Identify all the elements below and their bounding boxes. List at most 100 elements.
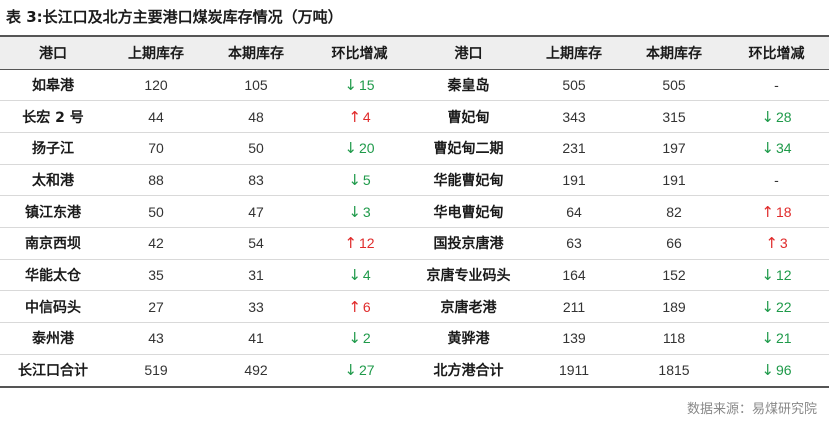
table-row: 南京西坝 42 54 ↑ 12 国投京唐港 63 66 ↑ 3 [0, 227, 829, 260]
change-value: ↑ 3 [765, 234, 787, 252]
change-cell: ↓ 15 [306, 69, 413, 102]
change-cell: ↓ 2 [306, 322, 413, 355]
change-value: ↓ 20 [344, 139, 374, 157]
change-amount: 96 [776, 362, 792, 379]
change-value: ↓ 27 [344, 361, 374, 379]
arrow-down-icon: ↓ [348, 329, 361, 348]
prev-inventory-cell: 43 [106, 322, 206, 355]
table-row: 太和港 88 83 ↓ 5 华能曹妃甸 191 191- [0, 164, 829, 197]
table-caption: 表 3:长江口及北方主要港口煤炭库存情况（万吨） [6, 6, 343, 28]
change-value: ↓ 5 [348, 171, 370, 189]
curr-inventory-cell: 1815 [624, 353, 724, 389]
change-value: - [774, 77, 779, 93]
change-value: ↓ 96 [761, 361, 791, 379]
change-amount: 4 [362, 266, 371, 283]
change-amount: 12 [359, 235, 375, 252]
port-cell: 华能曹妃甸 [413, 164, 524, 197]
change-cell: ↓ 28 [724, 100, 829, 133]
prev-inventory-cell: 35 [106, 259, 206, 292]
curr-inventory-cell: 54 [206, 227, 306, 260]
change-value: ↑ 4 [348, 108, 370, 126]
change-cell: ↓ 34 [724, 132, 829, 165]
change-cell: - [724, 69, 829, 102]
curr-inventory-cell: 47 [206, 195, 306, 228]
port-cell: 曹妃甸 [413, 100, 524, 133]
change-amount: 5 [362, 171, 371, 188]
table-row: 华能太仓 35 31 ↓ 4 京唐专业码头 164 152 ↓ 12 [0, 259, 829, 292]
change-amount: 20 [359, 140, 375, 157]
curr-inventory-cell: 66 [624, 227, 724, 260]
arrow-down-icon: ↓ [348, 170, 361, 189]
port-cell: 秦皇岛 [413, 69, 524, 102]
prev-inventory-cell: 27 [106, 290, 206, 323]
curr-inventory-cell: 41 [206, 322, 306, 355]
change-value: ↑ 12 [344, 234, 374, 252]
prev-inventory-cell: 64 [524, 195, 624, 228]
change-amount: 4 [362, 108, 371, 125]
change-amount: 2 [362, 330, 371, 347]
header-row: 港口 上期库存 本期库存 环比增减 港口 上期库存 本期库存 环比增减 [0, 35, 829, 70]
header-curr-left: 本期库存 [206, 35, 306, 70]
port-cell: 长宏 2 号 [0, 100, 106, 133]
prev-inventory-cell: 44 [106, 100, 206, 133]
change-value: ↓ 3 [348, 203, 370, 221]
header-change-left: 环比增减 [306, 35, 413, 70]
caption-title: 长江口及北方主要港口煤炭库存情况（万吨） [42, 8, 343, 26]
table-row: 扬子江 70 50 ↓ 20 曹妃甸二期 231 197 ↓ 34 [0, 132, 829, 165]
change-cell: ↑ 6 [306, 290, 413, 323]
change-value: ↓ 28 [761, 108, 791, 126]
change-amount: 22 [776, 298, 792, 315]
change-value: ↓ 2 [348, 329, 370, 347]
port-cell: 南京西坝 [0, 227, 106, 260]
total-row: 长江口合计 519 492 ↓ 27 北方港合计 1911 1815 ↓ 96 [0, 353, 829, 389]
change-cell: ↓ 12 [724, 259, 829, 292]
port-cell: 京唐专业码头 [413, 259, 524, 292]
prev-inventory-cell: 63 [524, 227, 624, 260]
prev-inventory-cell: 1911 [524, 353, 624, 389]
prev-inventory-cell: 50 [106, 195, 206, 228]
curr-inventory-cell: 31 [206, 259, 306, 292]
change-value: ↓ 12 [761, 266, 791, 284]
prev-inventory-cell: 139 [524, 322, 624, 355]
prev-inventory-cell: 211 [524, 290, 624, 323]
curr-inventory-cell: 505 [624, 69, 724, 102]
change-value: ↓ 21 [761, 329, 791, 347]
change-value: ↑ 6 [348, 298, 370, 316]
curr-inventory-cell: 197 [624, 132, 724, 165]
change-value: ↑ 18 [761, 203, 791, 221]
arrow-down-icon: ↓ [344, 139, 357, 158]
arrow-down-icon: ↓ [761, 139, 774, 158]
data-source-note: 数据来源：易煤研究院 [686, 402, 817, 417]
curr-inventory-cell: 50 [206, 132, 306, 165]
prev-inventory-cell: 231 [524, 132, 624, 165]
change-cell: ↓ 27 [306, 353, 413, 389]
curr-inventory-cell: 152 [624, 259, 724, 292]
change-value: ↓ 34 [761, 139, 791, 157]
header-port-left: 港口 [0, 35, 106, 70]
change-amount: 15 [359, 76, 375, 93]
change-amount: 12 [776, 266, 792, 283]
port-cell: 镇江东港 [0, 195, 106, 228]
table-row: 长宏 2 号 44 48 ↑ 4 曹妃甸 343 315 ↓ 28 [0, 100, 829, 133]
change-value: ↓ 15 [344, 76, 374, 94]
curr-inventory-cell: 189 [624, 290, 724, 323]
port-cell: 华电曹妃甸 [413, 195, 524, 228]
change-amount: 6 [362, 298, 371, 315]
prev-inventory-cell: 519 [106, 353, 206, 389]
change-amount: 21 [776, 330, 792, 347]
arrow-up-icon: ↑ [344, 234, 357, 253]
arrow-up-icon: ↑ [765, 234, 778, 253]
change-cell: ↓ 3 [306, 195, 413, 228]
curr-inventory-cell: 83 [206, 164, 306, 197]
change-cell: ↑ 3 [724, 227, 829, 260]
arrow-up-icon: ↑ [761, 202, 774, 221]
change-amount: - [774, 76, 779, 93]
prev-inventory-cell: 343 [524, 100, 624, 133]
change-value: ↓ 22 [761, 298, 791, 316]
arrow-down-icon: ↓ [348, 265, 361, 284]
change-amount: 3 [779, 235, 788, 252]
port-cell: 国投京唐港 [413, 227, 524, 260]
port-cell: 曹妃甸二期 [413, 132, 524, 165]
table-row: 如皋港 120 105 ↓ 15 秦皇岛 505 505- [0, 69, 829, 102]
arrow-down-icon: ↓ [761, 265, 774, 284]
